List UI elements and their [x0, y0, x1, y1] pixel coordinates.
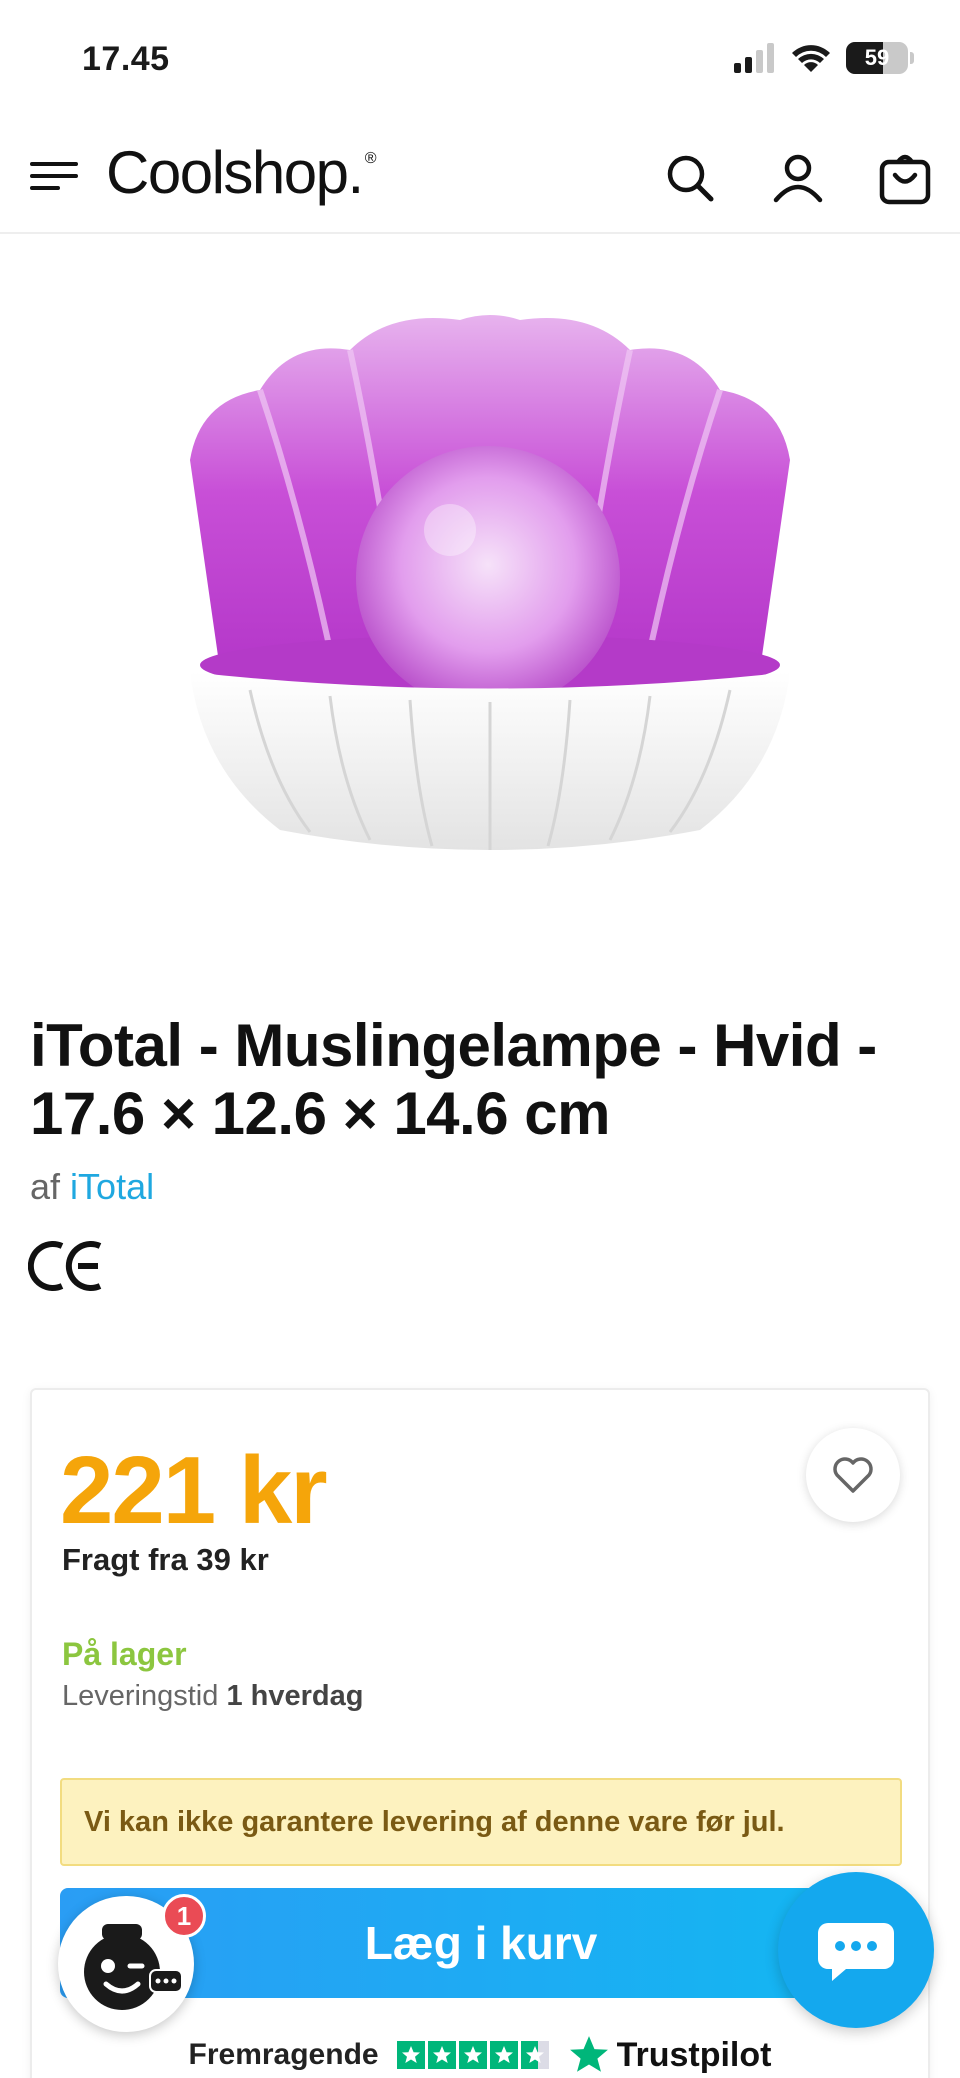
status-icons: 59: [734, 42, 914, 74]
battery-level: 59: [864, 45, 890, 70]
ce-mark-icon: [27, 1236, 108, 1296]
trustpilot-star-icon: [569, 2036, 608, 2072]
wishlist-button[interactable]: [806, 1428, 900, 1522]
trustpilot-rating[interactable]: Fremragende Trustpilot: [0, 2032, 960, 2078]
star-icon: [458, 2041, 487, 2069]
star-icon: [489, 2041, 518, 2069]
chat-button[interactable]: [778, 1872, 934, 2028]
shell-lamp-illustration: [190, 315, 790, 850]
status-time: 17.45: [82, 40, 170, 78]
trustpilot-stars: [396, 2041, 549, 2069]
delivery-notice: Vi kan ikke garantere levering af denne …: [60, 1778, 902, 1866]
cart-button[interactable]: [876, 148, 936, 208]
account-button[interactable]: [768, 148, 828, 208]
product-title: iTotal - Muslingelampe - Hvid - 17.6 × 1…: [30, 1012, 877, 1147]
cellular-signal-icon: [734, 43, 774, 73]
star-half-icon: [520, 2041, 549, 2069]
status-bar: 17.45 59: [0, 0, 960, 118]
battery-icon: 59: [846, 42, 908, 74]
trustpilot-label: Fremragende: [188, 2038, 379, 2071]
brand-line: af iTotal: [30, 1166, 154, 1208]
search-icon: [667, 155, 714, 202]
star-icon: [396, 2041, 425, 2069]
wifi-icon: [792, 45, 830, 72]
coolshop-logo[interactable]: Coolshop. ®: [106, 138, 377, 207]
star-icon: [427, 2041, 456, 2069]
heart-icon: [833, 1457, 873, 1493]
trustpilot-logo: Trustpilot: [567, 2034, 771, 2076]
menu-icon: [30, 162, 78, 190]
shipping-cost: Fragt fra 39 kr: [62, 1542, 269, 1577]
delivery-time: Leveringstid 1 hverdag: [62, 1680, 364, 1712]
price: 221 kr: [60, 1437, 328, 1544]
cart-icon: [879, 154, 931, 205]
notification-badge: 1: [162, 1894, 206, 1938]
stock-status: På lager: [62, 1636, 187, 1672]
search-button[interactable]: [660, 148, 720, 208]
brand-prefix: af: [30, 1166, 61, 1207]
menu-button[interactable]: [28, 154, 82, 198]
site-header: Coolshop. ®: [0, 118, 960, 234]
chat-bubble-icon: [818, 1923, 894, 1981]
shopping-assistant-button[interactable]: 1: [58, 1894, 206, 2032]
user-icon: [773, 154, 823, 203]
brand-link[interactable]: iTotal: [70, 1166, 154, 1207]
product-image[interactable]: [180, 310, 800, 860]
